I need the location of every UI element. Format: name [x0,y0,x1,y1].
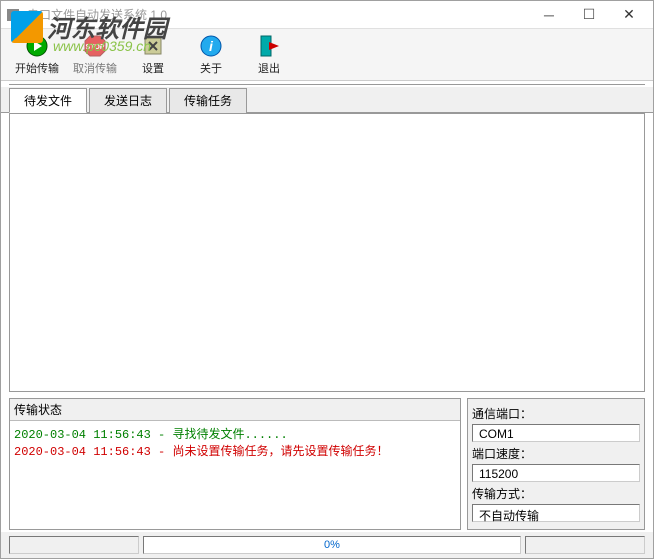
tab-send-log[interactable]: 发送日志 [89,88,167,113]
cancel-transfer-button[interactable]: STOP 取消传输 [67,31,123,79]
log-line: 2020-03-04 11:56:43 - 寻找待发文件...... [14,425,456,442]
tab-transfer-task[interactable]: 传输任务 [169,88,247,113]
toolbar: 开始传输 STOP 取消传输 设置 i 关于 退出 [1,29,653,81]
tab-bar: 待发文件 发送日志 传输任务 [1,87,653,113]
baud-value: 115200 [472,464,640,482]
port-row: 通信端口： COM1 [472,403,640,442]
minimize-button[interactable]: ─ [529,3,569,27]
app-window: 河东软件园 www.pc0359.cn 串口文件自动发送系统 1.0 ─ ☐ ✕… [0,0,654,559]
mode-value: 不自动传输 [472,504,640,522]
status-cell-3 [525,536,645,554]
progress-text: 0% [324,539,340,551]
status-log: 2020-03-04 11:56:43 - 寻找待发文件...... 2020-… [10,421,460,529]
port-label: 通信端口： [472,403,640,424]
port-value: COM1 [472,424,640,442]
mode-label: 传输方式： [472,483,640,504]
baud-row: 端口速度： 115200 [472,443,640,482]
svg-text:STOP: STOP [86,44,105,51]
stop-icon: STOP [83,34,107,58]
main-content-area [9,113,645,392]
status-bar: 0% [1,532,653,558]
mode-row: 传输方式： 不自动传输 [472,483,640,522]
tab-pending-files[interactable]: 待发文件 [9,88,87,113]
transfer-status-box: 传输状态 2020-03-04 11:56:43 - 寻找待发文件...... … [9,398,461,530]
status-section: 传输状态 2020-03-04 11:56:43 - 寻找待发文件...... … [9,398,645,530]
close-button[interactable]: ✕ [609,3,649,27]
settings-icon [141,34,165,58]
baud-label: 端口速度： [472,443,640,464]
status-cell-1 [9,536,139,554]
log-line: 2020-03-04 11:56:43 - 尚未设置传输任务，请先设置传输任务！ [14,442,456,459]
info-icon: i [199,34,223,58]
connection-info-panel: 通信端口： COM1 端口速度： 115200 传输方式： 不自动传输 [467,398,645,530]
status-title: 传输状态 [10,399,460,421]
exit-button[interactable]: 退出 [241,31,297,79]
titlebar: 串口文件自动发送系统 1.0 ─ ☐ ✕ [1,1,653,29]
toolbar-divider [9,84,645,85]
cancel-label: 取消传输 [73,60,117,76]
start-transfer-button[interactable]: 开始传输 [9,31,65,79]
about-label: 关于 [200,60,222,76]
exit-label: 退出 [258,60,280,76]
settings-label: 设置 [142,60,164,76]
progress-bar: 0% [143,536,521,554]
exit-icon [257,34,281,58]
settings-button[interactable]: 设置 [125,31,181,79]
maximize-button[interactable]: ☐ [569,3,609,27]
about-button[interactable]: i 关于 [183,31,239,79]
app-icon [5,7,21,23]
start-label: 开始传输 [15,60,59,76]
start-icon [25,34,49,58]
window-title: 串口文件自动发送系统 1.0 [27,6,529,23]
